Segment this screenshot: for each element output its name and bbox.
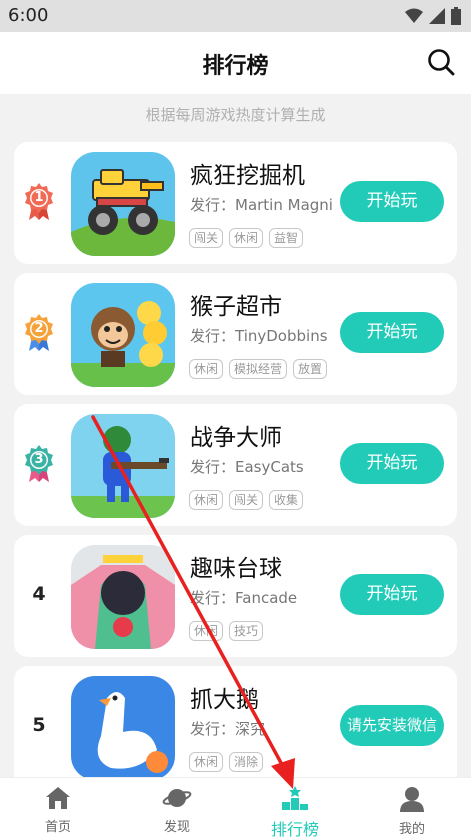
rank-number: 5	[32, 714, 46, 736]
play-button[interactable]: 开始玩	[340, 312, 444, 353]
tag-list: 休闲 消除	[189, 752, 264, 772]
tag: 消除	[229, 752, 264, 772]
ranking-subtitle: 根据每周游戏热度计算生成	[145, 106, 326, 124]
app-publisher: 发行：TinyDobbins	[190, 327, 328, 345]
nav-ranking-label: 排行榜	[270, 820, 319, 839]
pool-game-icon	[71, 545, 175, 649]
app-name[interactable]: 抓大鹅	[190, 680, 259, 714]
rank-number: 1	[34, 190, 44, 205]
app-name[interactable]: 疯狂挖掘机	[190, 156, 305, 190]
rank-number: 3	[34, 452, 44, 467]
tag-list: 休闲 技巧	[189, 621, 264, 641]
tag: 休闲	[189, 752, 224, 772]
nav-discover[interactable]: 发现	[137, 786, 217, 835]
rank-number: 4	[32, 583, 46, 605]
user-icon	[400, 787, 424, 812]
tag: 闯关	[229, 490, 264, 510]
nav-mine-label: 我的	[398, 822, 425, 837]
app-icon[interactable]	[71, 152, 175, 256]
planet-icon	[162, 789, 192, 807]
goose-game-icon	[71, 676, 175, 777]
soldier-game-icon	[71, 414, 175, 518]
home-icon	[46, 787, 70, 809]
app-icon[interactable]	[71, 545, 175, 649]
tag-list: 闯关 休闲 益智	[189, 228, 304, 248]
ranking-list[interactable]: 1 疯狂挖掘机 发行：Martin Magni 闯关 休闲 益智 开始玩 2 猴…	[14, 142, 457, 777]
app-name[interactable]: 战争大师	[190, 418, 282, 452]
page-title: 排行榜	[202, 54, 269, 79]
tag: 休闲	[189, 490, 224, 510]
tag: 模拟经营	[229, 359, 288, 379]
search-icon[interactable]	[427, 48, 455, 76]
battery-icon	[451, 7, 461, 25]
play-button[interactable]: 开始玩	[340, 574, 444, 615]
tag: 休闲	[229, 228, 264, 248]
tag: 放置	[293, 359, 328, 379]
tag: 休闲	[189, 359, 224, 379]
nav-home-label: 首页	[44, 820, 71, 835]
nav-ranking[interactable]: 排行榜	[255, 786, 335, 839]
tag: 益智	[269, 228, 304, 248]
status-time: 6:00	[8, 5, 49, 26]
list-item[interactable]: 1 疯狂挖掘机 发行：Martin Magni 闯关 休闲 益智 开始玩	[14, 142, 457, 264]
top-app-bar: 排行榜	[0, 32, 471, 94]
tag: 技巧	[229, 621, 264, 641]
rank-number: 2	[34, 321, 44, 336]
app-publisher: 发行：Martin Magni	[190, 196, 333, 214]
app-publisher: 发行：EasyCats	[190, 458, 304, 476]
nav-home[interactable]: 首页	[18, 786, 98, 835]
bottom-navigation: 首页 发现 排行榜 我的	[0, 777, 471, 839]
nav-mine[interactable]: 我的	[372, 786, 452, 837]
play-button[interactable]: 开始玩	[340, 181, 444, 222]
app-name[interactable]: 猴子超市	[190, 287, 282, 321]
tag-list: 休闲 模拟经营 放置	[189, 359, 328, 379]
list-item[interactable]: 4 趣味台球 发行：Fancade 休闲 技巧 开始玩	[14, 535, 457, 657]
tag: 闯关	[189, 228, 224, 248]
app-icon[interactable]	[71, 283, 175, 387]
monkey-game-icon	[71, 283, 175, 387]
app-publisher: 发行：深究	[190, 720, 266, 738]
app-publisher: 发行：Fancade	[190, 589, 298, 607]
wifi-icon	[405, 8, 423, 23]
tag: 休闲	[189, 621, 224, 641]
status-bar: 6:00	[0, 0, 471, 32]
tag: 收集	[269, 490, 304, 510]
list-item[interactable]: 2 猴子超市 发行：TinyDobbins 休闲 模拟经营 放置 开始玩	[14, 273, 457, 395]
list-item[interactable]: 3 战争大师 发行：EasyCats 休闲 闯关 收集 开始玩	[14, 404, 457, 526]
nav-discover-label: 发现	[163, 820, 190, 835]
tag-list: 休闲 闯关 收集	[189, 490, 304, 510]
install-wechat-button[interactable]: 请先安装微信	[340, 705, 444, 746]
play-button[interactable]: 开始玩	[340, 443, 444, 484]
app-name[interactable]: 趣味台球	[190, 549, 282, 583]
signal-icon	[429, 8, 445, 24]
app-icon[interactable]	[71, 414, 175, 518]
list-item[interactable]: 5 抓大鹅 发行：深究 休闲 消除 请先安装微信	[14, 666, 457, 777]
app-icon[interactable]	[71, 676, 175, 777]
excavator-game-icon	[71, 152, 175, 256]
podium-icon	[282, 786, 308, 810]
